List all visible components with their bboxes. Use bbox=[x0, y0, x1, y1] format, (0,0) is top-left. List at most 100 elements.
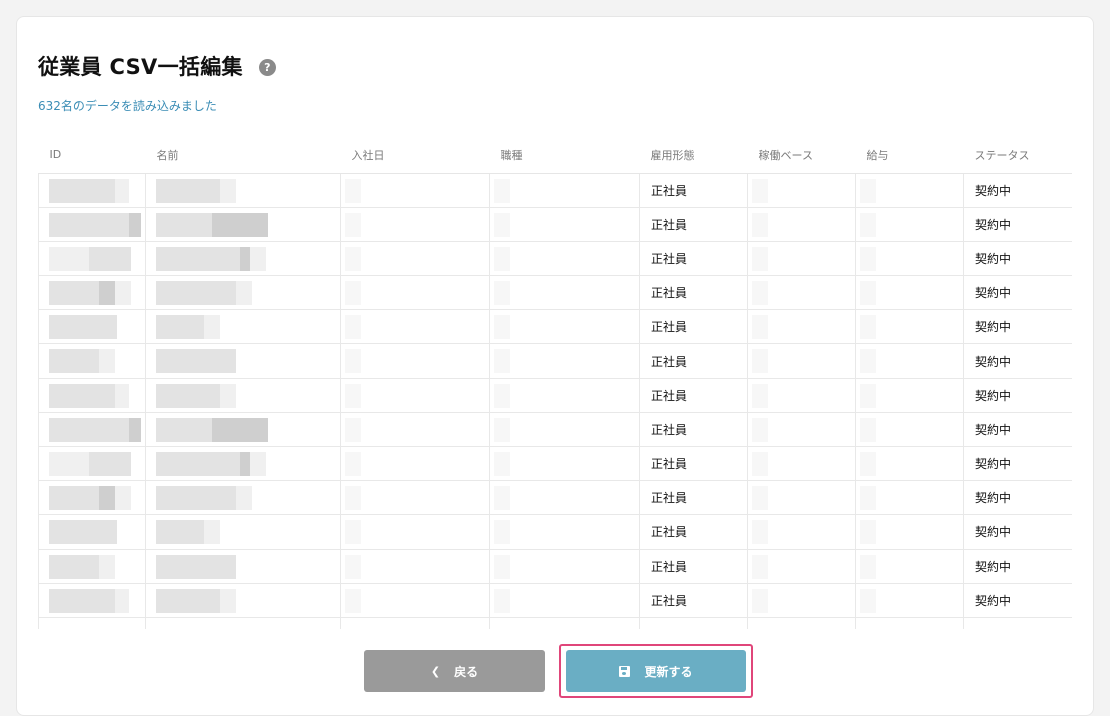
hire-date-cell[interactable] bbox=[340, 514, 490, 550]
work-basis-cell[interactable] bbox=[747, 275, 856, 311]
id-cell[interactable] bbox=[38, 514, 146, 550]
hire-date-cell[interactable] bbox=[340, 445, 490, 482]
work-basis-cell[interactable] bbox=[747, 445, 856, 482]
update-button[interactable]: 更新する bbox=[566, 650, 746, 692]
work-basis-cell[interactable] bbox=[747, 480, 856, 516]
salary-cell[interactable] bbox=[855, 480, 964, 516]
status-cell[interactable]: 契約中 bbox=[963, 411, 1072, 448]
status-cell[interactable]: 契約中 bbox=[963, 343, 1072, 379]
name-cell[interactable] bbox=[145, 582, 341, 618]
hire-date-cell[interactable] bbox=[340, 343, 490, 379]
work-basis-cell[interactable] bbox=[747, 240, 856, 277]
name-cell[interactable] bbox=[145, 172, 341, 208]
salary-cell[interactable] bbox=[855, 548, 964, 584]
work-basis-cell[interactable] bbox=[747, 309, 856, 345]
id-cell[interactable] bbox=[38, 377, 146, 413]
id-cell[interactable] bbox=[38, 582, 146, 618]
work-basis-cell[interactable] bbox=[747, 548, 856, 584]
status-cell[interactable]: 契約中 bbox=[963, 172, 1072, 208]
question-icon[interactable]: ? bbox=[258, 58, 276, 76]
id-cell[interactable] bbox=[38, 240, 146, 277]
status-cell[interactable]: 契約中 bbox=[963, 514, 1072, 550]
work-basis-cell[interactable] bbox=[747, 172, 856, 208]
salary-cell[interactable] bbox=[855, 445, 964, 482]
id-cell[interactable] bbox=[38, 275, 146, 311]
work-basis-cell[interactable] bbox=[747, 343, 856, 379]
employment-type-cell[interactable]: 正社員 bbox=[639, 480, 748, 516]
job-type-cell[interactable] bbox=[489, 480, 640, 516]
status-cell[interactable]: 契約中 bbox=[963, 548, 1072, 584]
job-type-cell[interactable] bbox=[489, 275, 640, 311]
name-cell[interactable] bbox=[145, 240, 341, 277]
status-cell[interactable]: 契約中 bbox=[963, 240, 1072, 277]
hire-date-cell[interactable] bbox=[340, 206, 490, 242]
name-cell[interactable] bbox=[145, 480, 341, 516]
employment-type-cell[interactable]: 正社員 bbox=[639, 343, 748, 379]
id-cell[interactable] bbox=[38, 445, 146, 482]
work-basis-cell[interactable] bbox=[747, 377, 856, 413]
name-cell[interactable] bbox=[145, 275, 341, 311]
hire-date-cell[interactable] bbox=[340, 582, 490, 618]
name-cell[interactable] bbox=[145, 206, 341, 242]
hire-date-cell[interactable] bbox=[340, 411, 490, 448]
employment-type-cell[interactable]: 正社員 bbox=[639, 377, 748, 413]
job-type-cell[interactable] bbox=[489, 377, 640, 413]
job-type-cell[interactable] bbox=[489, 411, 640, 448]
job-type-cell[interactable] bbox=[489, 445, 640, 482]
id-cell[interactable] bbox=[38, 206, 146, 242]
employment-type-cell[interactable]: 正社員 bbox=[639, 411, 748, 448]
name-cell[interactable] bbox=[145, 411, 341, 448]
salary-cell[interactable] bbox=[855, 343, 964, 379]
employment-type-cell[interactable]: 正社員 bbox=[639, 582, 748, 618]
name-cell[interactable] bbox=[145, 548, 341, 584]
salary-cell[interactable] bbox=[855, 377, 964, 413]
job-type-cell[interactable] bbox=[489, 172, 640, 208]
work-basis-cell[interactable] bbox=[747, 582, 856, 618]
salary-cell[interactable] bbox=[855, 206, 964, 242]
hire-date-cell[interactable] bbox=[340, 480, 490, 516]
hire-date-cell[interactable] bbox=[340, 240, 490, 277]
status-cell[interactable]: 契約中 bbox=[963, 445, 1072, 482]
job-type-cell[interactable] bbox=[489, 206, 640, 242]
salary-cell[interactable] bbox=[855, 309, 964, 345]
salary-cell[interactable] bbox=[855, 172, 964, 208]
name-cell[interactable] bbox=[145, 343, 341, 379]
status-cell[interactable]: 契約中 bbox=[963, 480, 1072, 516]
id-cell[interactable] bbox=[38, 411, 146, 448]
hire-date-cell[interactable] bbox=[340, 309, 490, 345]
work-basis-cell[interactable] bbox=[747, 514, 856, 550]
id-cell[interactable] bbox=[38, 172, 146, 208]
employment-type-cell[interactable]: 正社員 bbox=[639, 309, 748, 345]
employment-type-cell[interactable]: 正社員 bbox=[639, 445, 748, 482]
employment-type-cell[interactable]: 正社員 bbox=[639, 275, 748, 311]
employee-table-wrapper[interactable]: ID 名前 入社日 職種 雇用形態 稼働ベース 給与 ステータス 正社員 契約中正… bbox=[38, 137, 1072, 629]
id-cell[interactable] bbox=[38, 548, 146, 584]
name-cell[interactable] bbox=[145, 445, 341, 482]
employment-type-cell[interactable]: 正社員 bbox=[639, 172, 748, 208]
id-cell[interactable] bbox=[38, 343, 146, 379]
name-cell[interactable] bbox=[145, 309, 341, 345]
id-cell[interactable] bbox=[38, 480, 146, 516]
salary-cell[interactable] bbox=[855, 275, 964, 311]
job-type-cell[interactable] bbox=[489, 548, 640, 584]
name-cell[interactable] bbox=[145, 514, 341, 550]
status-cell[interactable]: 契約中 bbox=[963, 582, 1072, 618]
salary-cell[interactable] bbox=[855, 582, 964, 618]
status-cell[interactable]: 契約中 bbox=[963, 377, 1072, 413]
salary-cell[interactable] bbox=[855, 411, 964, 448]
job-type-cell[interactable] bbox=[489, 309, 640, 345]
salary-cell[interactable] bbox=[855, 240, 964, 277]
job-type-cell[interactable] bbox=[489, 582, 640, 618]
work-basis-cell[interactable] bbox=[747, 206, 856, 242]
status-cell[interactable]: 契約中 bbox=[963, 206, 1072, 242]
employment-type-cell[interactable]: 正社員 bbox=[639, 240, 748, 277]
id-cell[interactable] bbox=[38, 309, 146, 345]
hire-date-cell[interactable] bbox=[340, 548, 490, 584]
work-basis-cell[interactable] bbox=[747, 411, 856, 448]
name-cell[interactable] bbox=[145, 377, 341, 413]
hire-date-cell[interactable] bbox=[340, 172, 490, 208]
salary-cell[interactable] bbox=[855, 514, 964, 550]
back-button[interactable]: ❮ 戻る bbox=[364, 650, 545, 692]
job-type-cell[interactable] bbox=[489, 514, 640, 550]
status-cell[interactable]: 契約中 bbox=[963, 275, 1072, 311]
